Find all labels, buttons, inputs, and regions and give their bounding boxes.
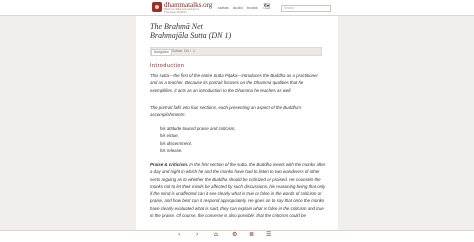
page-title: The Brahmā Net Brahmajāla Sutta (DN 1) [150,22,231,40]
breadcrumb-separator: / [181,49,182,53]
prev-arrow-icon[interactable]: ‹ [178,232,180,238]
paragraph-body: In the first section of the sutta, the B… [150,162,326,219]
list-item: his attitude toward praise and criticism… [160,126,236,131]
breadcrumb-current: 1 [193,49,195,53]
next-arrow-icon[interactable]: › [196,232,198,238]
navigation-button[interactable]: Navigation [151,48,173,56]
nav-audio[interactable]: audio [233,5,243,10]
list-item: his release. [160,147,183,153]
list-icon[interactable]: ≣ [249,232,254,238]
paragraph-lead: Praise & criticism. [150,162,189,167]
top-bar: dhammatalks.org Dhamma Talks and writing… [0,0,474,16]
breadcrumb-separator: / [190,49,191,53]
accomplishment-list: his attitude toward praise and criticism… [160,125,320,154]
list-item: his discernment, [160,140,192,146]
praise-criticism-paragraph: Praise & criticism. In the first section… [150,161,326,219]
list-item: his virtue, [160,133,179,139]
search-input[interactable]: Search [281,5,331,12]
settings-icon[interactable]: ⚙ [232,232,237,238]
site-subtitle: Dhamma Talks and writings by Thanissaro … [164,8,200,14]
title-line-1: The Brahmā Net [150,22,203,31]
breadcrumb-dn[interactable]: DN [184,48,189,54]
nav-books[interactable]: books [247,5,258,10]
intro-paragraph-1: This sutta—the first of the entire Sutta… [150,73,318,93]
intro-paragraph-2: The portrait falls into four sections, e… [150,105,302,118]
menu-icon[interactable]: ☰ [266,232,271,238]
home-icon[interactable]: ⌂ [214,232,218,238]
site-logo-icon[interactable] [152,2,162,12]
section-heading: Introduction [150,63,185,69]
title-line-2: Brahmajāla Sutta (DN 1) [150,31,232,40]
nav-suttas[interactable]: suttas [218,5,229,10]
world-map-icon[interactable]: 🗺 [263,4,271,10]
